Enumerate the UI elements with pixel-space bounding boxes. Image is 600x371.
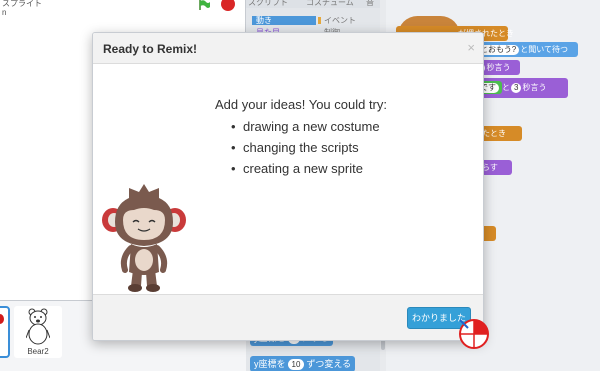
suggestion-list: drawing a new costume changing the scrip… (231, 116, 380, 179)
list-item: changing the scripts (231, 137, 380, 158)
modal-lead-text: Add your ideas! You could try: (215, 97, 388, 112)
modal-title: Ready to Remix! (103, 42, 198, 56)
click-indicator-icon (459, 319, 489, 349)
list-item: drawing a new costume (231, 116, 380, 137)
modal-footer: わかりました (93, 294, 483, 340)
close-icon[interactable]: × (467, 40, 475, 55)
remix-modal: Ready to Remix! × Add your ideas! You co… (92, 32, 484, 341)
monkey-mascot-icon (102, 184, 186, 292)
list-item: creating a new sprite (231, 158, 380, 179)
modal-body: Add your ideas! You could try: drawing a… (93, 64, 483, 296)
modal-header: Ready to Remix! × (93, 33, 483, 64)
